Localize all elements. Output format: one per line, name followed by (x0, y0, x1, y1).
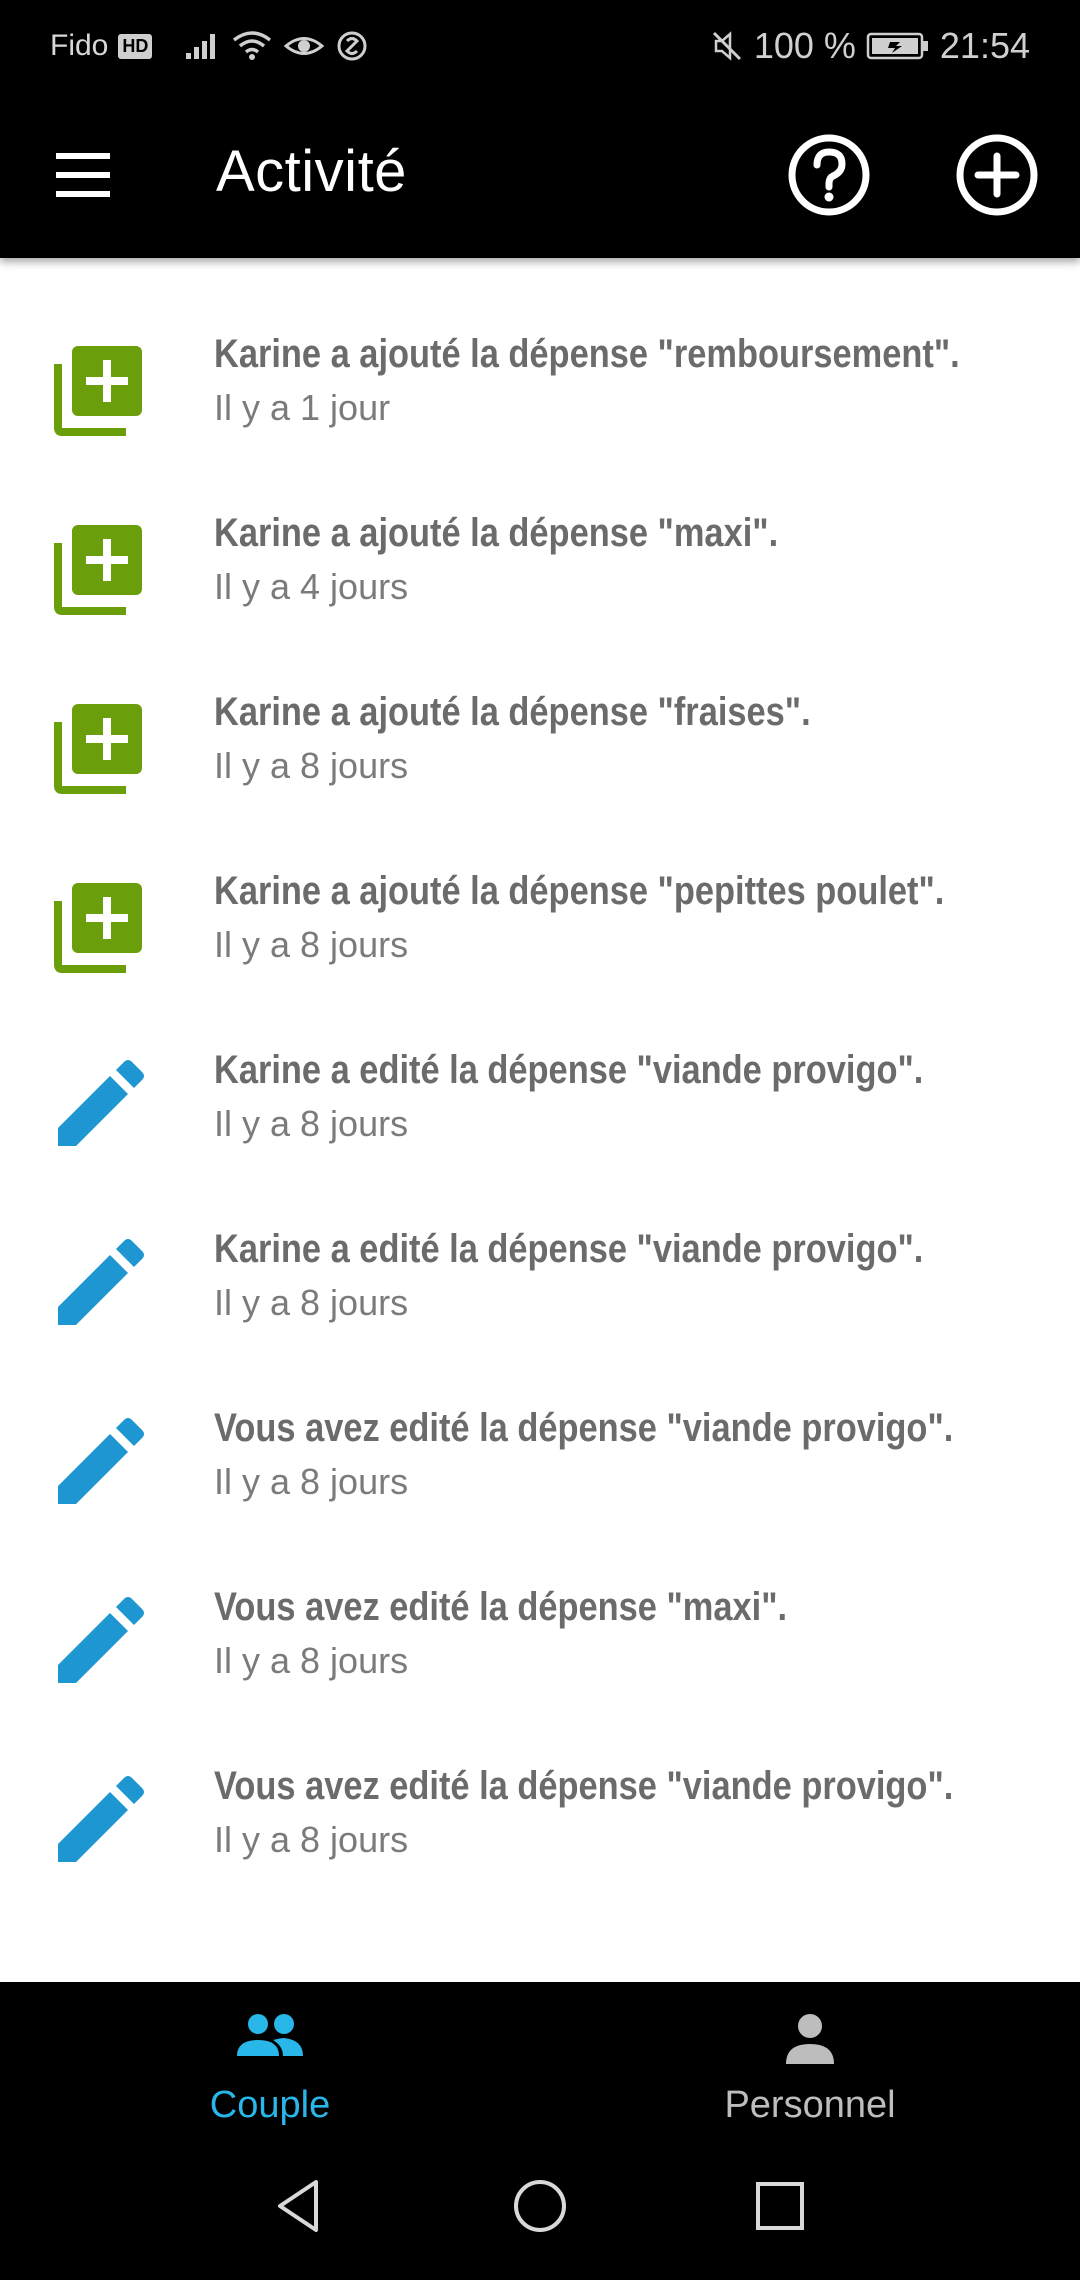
activity-title: Karine a ajouté la dépense "remboursemen… (214, 332, 960, 376)
pencil-icon (58, 1418, 144, 1504)
activity-text: Karine a ajouté la dépense "pepittes pou… (214, 869, 1060, 966)
clock: 21:54 (939, 25, 1030, 66)
activity-title: Karine a edité la dépense "viande provig… (214, 1048, 924, 1092)
pencil-icon (58, 1776, 144, 1862)
status-right: 100 % 21:54 (710, 25, 1030, 67)
add-expense-icon (54, 883, 142, 973)
activity-time: Il y a 8 jours (214, 1103, 409, 1144)
pencil-icon (58, 1597, 144, 1683)
data-saver-icon (337, 31, 367, 61)
activity-text: Karine a ajouté la dépense "maxi". Il y … (214, 511, 1060, 608)
list-item[interactable]: Vous avez edité la dépense "viande provi… (0, 1722, 1080, 1901)
list-item[interactable]: Karine a ajouté la dépense "fraises". Il… (0, 648, 1080, 827)
list-item[interactable]: Vous avez edité la dépense "maxi". Il y … (0, 1543, 1080, 1722)
activity-text: Vous avez edité la dépense "maxi". Il y … (214, 1585, 1060, 1682)
list-item[interactable]: Karine a edité la dépense "viande provig… (0, 1185, 1080, 1364)
help-circle-icon (788, 134, 870, 216)
system-nav-bar (0, 2132, 1080, 2280)
status-icons (184, 30, 368, 62)
help-button[interactable] (786, 132, 872, 218)
list-item[interactable]: Karine a ajouté la dépense "remboursemen… (0, 290, 1080, 469)
page-title: Activité (216, 139, 407, 204)
activity-time: Il y a 8 jours (214, 1640, 409, 1681)
menu-icon (56, 153, 110, 197)
add-expense-icon (54, 704, 142, 794)
activity-text: Karine a edité la dépense "viande provig… (214, 1048, 1060, 1145)
activity-time: Il y a 8 jours (214, 745, 409, 786)
signal-icon (186, 34, 216, 59)
activity-time: Il y a 8 jours (214, 1282, 409, 1323)
hd-badge: HD (118, 33, 153, 59)
battery-percent: 100 % (753, 25, 856, 66)
status-left: Fido HD (50, 29, 368, 63)
tab-personnel[interactable]: Personnel (540, 1982, 1080, 2132)
activity-title: Karine a ajouté la dépense "fraises". (214, 690, 811, 734)
activity-title: Vous avez edité la dépense "viande provi… (214, 1764, 954, 1808)
home-icon[interactable] (510, 2176, 570, 2236)
menu-button[interactable] (50, 147, 116, 203)
add-circle-icon (956, 134, 1038, 216)
tab-couple-label: Couple (209, 2084, 331, 2126)
add-expense-icon (54, 346, 142, 436)
add-button[interactable] (954, 132, 1040, 218)
bottom-nav: Couple Personnel (0, 1982, 1080, 2132)
wifi-icon (233, 31, 272, 60)
mute-icon (712, 31, 741, 61)
add-expense-icon (54, 525, 142, 615)
activity-text: Karine a ajouté la dépense "remboursemen… (214, 332, 1060, 429)
list-item[interactable]: Karine a edité la dépense "viande provig… (0, 1006, 1080, 1185)
activity-time: Il y a 4 jours (214, 566, 409, 607)
activity-title: Karine a ajouté la dépense "pepittes pou… (214, 869, 945, 913)
activity-time: Il y a 1 jour (214, 387, 391, 428)
pencil-icon (58, 1060, 144, 1146)
app-bar: Activité (0, 92, 1080, 258)
list-item[interactable]: Karine a ajouté la dépense "pepittes pou… (0, 827, 1080, 1006)
activity-title: Vous avez edité la dépense "viande provi… (214, 1406, 954, 1450)
activity-time: Il y a 8 jours (214, 924, 409, 965)
back-icon[interactable] (270, 2176, 330, 2236)
battery-icon (866, 32, 928, 60)
activity-text: Karine a edité la dépense "viande provig… (214, 1227, 1060, 1324)
pencil-icon (58, 1239, 144, 1325)
carrier-label: Fido (50, 29, 109, 62)
tab-couple[interactable]: Couple (0, 1982, 540, 2132)
activity-title: Karine a ajouté la dépense "maxi". (214, 511, 779, 555)
activity-text: Vous avez edité la dépense "viande provi… (214, 1406, 1060, 1503)
tab-personnel-label: Personnel (724, 2084, 896, 2126)
list-item[interactable]: Vous avez edité la dépense "viande provi… (0, 1364, 1080, 1543)
activity-list: Karine a ajouté la dépense "remboursemen… (0, 290, 1080, 1901)
activity-time: Il y a 8 jours (214, 1461, 409, 1502)
recent-apps-icon[interactable] (750, 2176, 810, 2236)
person-icon (786, 2014, 834, 2064)
list-item[interactable]: Karine a ajouté la dépense "maxi". Il y … (0, 469, 1080, 648)
status-bar: Fido HD 100 % 21:54 (0, 0, 1080, 92)
activity-text: Vous avez edité la dépense "viande provi… (214, 1764, 1060, 1861)
people-icon (237, 2014, 303, 2056)
activity-title: Vous avez edité la dépense "maxi". (214, 1585, 788, 1629)
activity-time: Il y a 8 jours (214, 1819, 409, 1860)
activity-title: Karine a edité la dépense "viande provig… (214, 1227, 924, 1271)
activity-text: Karine a ajouté la dépense "fraises". Il… (214, 690, 1060, 787)
eye-icon (284, 37, 325, 55)
